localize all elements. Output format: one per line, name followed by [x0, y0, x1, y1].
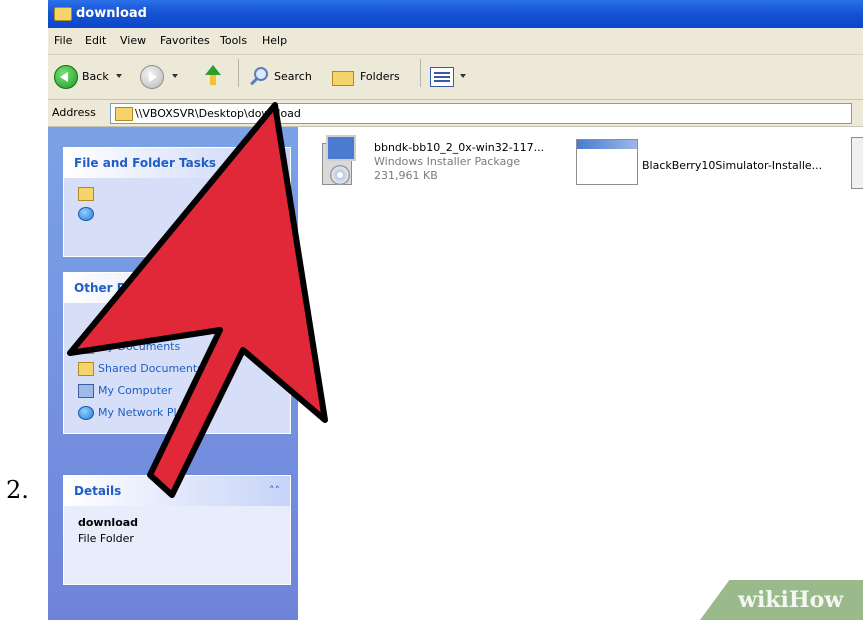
- search-button[interactable]: Search: [248, 65, 320, 89]
- forward-arrow-icon: [140, 65, 164, 89]
- place-label: My Computer: [98, 384, 173, 397]
- toolbar: Back Search Folders: [48, 55, 863, 100]
- menu-edit[interactable]: Edit: [85, 34, 106, 47]
- search-label: Search: [274, 70, 312, 83]
- folder-icon: [54, 7, 72, 21]
- chevron-down-icon: [116, 74, 122, 78]
- network-icon: [78, 406, 94, 420]
- task-pane: File and Folder Tasks Other Places My Do…: [48, 127, 298, 620]
- menu-file[interactable]: File: [54, 34, 72, 47]
- panel-header[interactable]: Details ˄˄: [64, 476, 290, 506]
- menu-favorites[interactable]: Favorites: [160, 34, 210, 47]
- back-arrow-icon: [54, 65, 78, 89]
- menu-tools[interactable]: Tools: [220, 34, 247, 47]
- installer-package-icon: [312, 135, 362, 191]
- file-item[interactable]: BlackBerry10Simulator-Installe...: [576, 139, 846, 189]
- folder-icon: [78, 362, 94, 376]
- other-places-panel: Other Places My Documents Shared Documen…: [63, 272, 291, 434]
- watermark-text: wikiHow: [738, 587, 844, 613]
- chevron-down-icon: [460, 74, 466, 78]
- views-icon: [430, 67, 454, 87]
- panel-title: Details: [74, 484, 122, 498]
- file-name: BlackBerry10Simulator-Installe...: [642, 159, 823, 172]
- file-size: 231,961 KB: [374, 169, 438, 182]
- address-value: \\VBOXSVR\Desktop\download: [135, 107, 301, 120]
- folders-button[interactable]: Folders: [332, 65, 412, 89]
- details-panel: Details ˄˄ download File Folder: [63, 475, 291, 585]
- views-button[interactable]: [430, 65, 470, 89]
- back-label: Back: [82, 70, 109, 83]
- up-folder-icon: [203, 65, 223, 87]
- up-folder-button[interactable]: [203, 65, 227, 89]
- panel-title: File and Folder Tasks: [74, 156, 217, 170]
- place-label: My Documents: [98, 340, 181, 353]
- title-bar[interactable]: download: [48, 0, 863, 28]
- computer-icon: [78, 384, 94, 398]
- chevron-down-icon: [172, 74, 178, 78]
- panel-header[interactable]: File and Folder Tasks: [64, 148, 290, 178]
- folder-icon: [115, 107, 133, 121]
- file-type: Windows Installer Package: [374, 155, 521, 168]
- panel-header[interactable]: Other Places: [64, 273, 290, 303]
- address-bar: Address \\VBOXSVR\Desktop\download: [48, 100, 863, 127]
- folder-icon: [78, 340, 94, 354]
- menu-help[interactable]: Help: [262, 34, 287, 47]
- forward-button[interactable]: [140, 65, 184, 89]
- panel-title: Other Places: [74, 281, 161, 295]
- place-label: Shared Documents: [98, 362, 203, 375]
- place-label: My Network Places: [98, 406, 202, 419]
- folders-icon: [332, 68, 354, 86]
- search-icon: [248, 66, 268, 86]
- file-list: bbndk-bb10_2_0x-win32-117... Windows Ins…: [298, 127, 863, 620]
- new-folder-icon: [78, 187, 94, 201]
- window-title: download: [76, 6, 147, 21]
- application-icon: [576, 139, 638, 185]
- back-button[interactable]: Back: [54, 65, 134, 89]
- file-folder-tasks-panel: File and Folder Tasks: [63, 147, 291, 257]
- details-type: File Folder: [78, 532, 134, 545]
- address-input[interactable]: \\VBOXSVR\Desktop\download: [110, 103, 852, 124]
- toolbar-separator: [238, 59, 239, 87]
- globe-icon: [78, 207, 94, 221]
- toolbar-separator: [420, 59, 421, 87]
- file-name: bbndk-bb10_2_0x-win32-117...: [374, 141, 545, 154]
- document-icon[interactable]: [851, 137, 863, 189]
- menu-view[interactable]: View: [120, 34, 146, 47]
- folders-label: Folders: [360, 70, 400, 83]
- collapse-chevron-icon[interactable]: ˄˄: [269, 484, 280, 497]
- explorer-window: download File Edit View Favorites Tools …: [48, 0, 863, 620]
- address-label: Address: [52, 106, 96, 119]
- file-item[interactable]: bbndk-bb10_2_0x-win32-117... Windows Ins…: [312, 135, 562, 195]
- step-number: 2.: [6, 476, 29, 504]
- menu-bar: File Edit View Favorites Tools Help: [48, 28, 863, 55]
- details-name: download: [78, 516, 139, 529]
